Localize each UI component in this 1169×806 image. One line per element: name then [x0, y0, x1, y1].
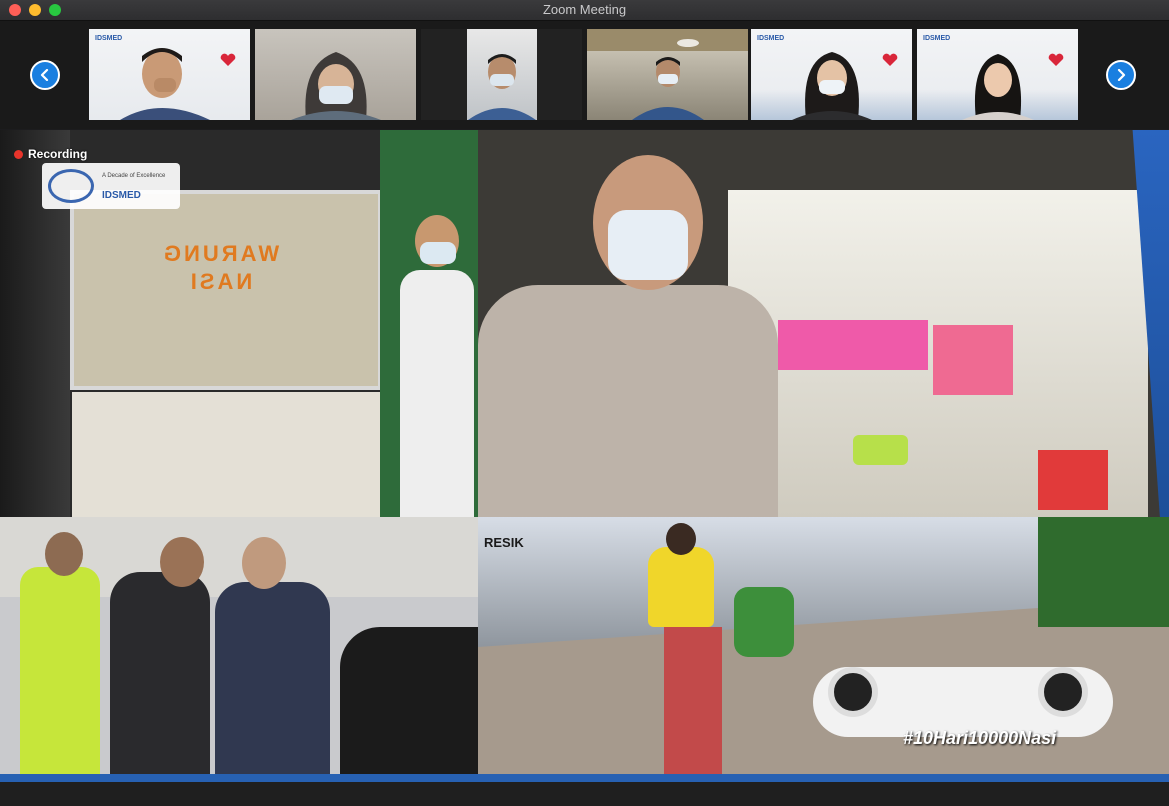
shared-video-area[interactable]: WARUNG NASI RESIK: [0, 130, 1169, 774]
participant-silhouette: [119, 48, 210, 120]
video-tile-riders: [0, 517, 478, 774]
window-title: Zoom Meeting: [542, 2, 627, 17]
badge-tagline: A Decade of Excellence: [102, 173, 166, 179]
company-logo: IDSMED: [923, 35, 951, 42]
participant-silhouette: [290, 52, 381, 120]
participant-video-1[interactable]: IDSMED: [89, 29, 250, 120]
meeting-footer: [0, 782, 1169, 806]
participant-video-2[interactable]: [255, 29, 416, 120]
chevron-left-icon: [40, 69, 49, 81]
heart-logo-icon: [1048, 53, 1064, 66]
badge-brand: IDSMED: [102, 190, 141, 201]
participant-video-4[interactable]: [587, 29, 748, 120]
heart-logo-icon: [882, 53, 898, 66]
company-logo: IDSMED: [757, 35, 785, 42]
ten-years-logo-icon: [48, 169, 94, 203]
participant-video-6[interactable]: IDSMED: [917, 29, 1078, 120]
campaign-hashtag: #10Hari10000Nasi: [903, 728, 1057, 748]
participant-silhouette: [631, 57, 704, 120]
participant-video-3[interactable]: [421, 29, 582, 120]
street-sign-text: RESIK: [484, 535, 524, 550]
gallery-prev-button[interactable]: [30, 60, 60, 90]
record-dot-icon: [14, 149, 23, 159]
company-logo: IDSMED: [95, 35, 123, 42]
video-tile-vendor: [478, 130, 1169, 517]
recording-indicator: Recording: [14, 147, 87, 161]
participant-video-5[interactable]: IDSMED: [751, 29, 912, 120]
participant-silhouette: [791, 52, 872, 120]
chevron-right-icon: [1117, 69, 1126, 81]
gallery-next-button[interactable]: [1106, 60, 1136, 90]
window-titlebar: Zoom Meeting: [0, 0, 1169, 21]
anniversary-badge: A Decade of Excellence IDSMED: [42, 163, 180, 209]
video-tile-street: RESIK: [478, 517, 1169, 774]
recording-label: Recording: [28, 147, 88, 161]
participant-silhouette: [467, 54, 536, 120]
participant-silhouette: [961, 54, 1034, 120]
heart-logo-icon: [220, 53, 236, 66]
brand-band: [0, 774, 1169, 782]
